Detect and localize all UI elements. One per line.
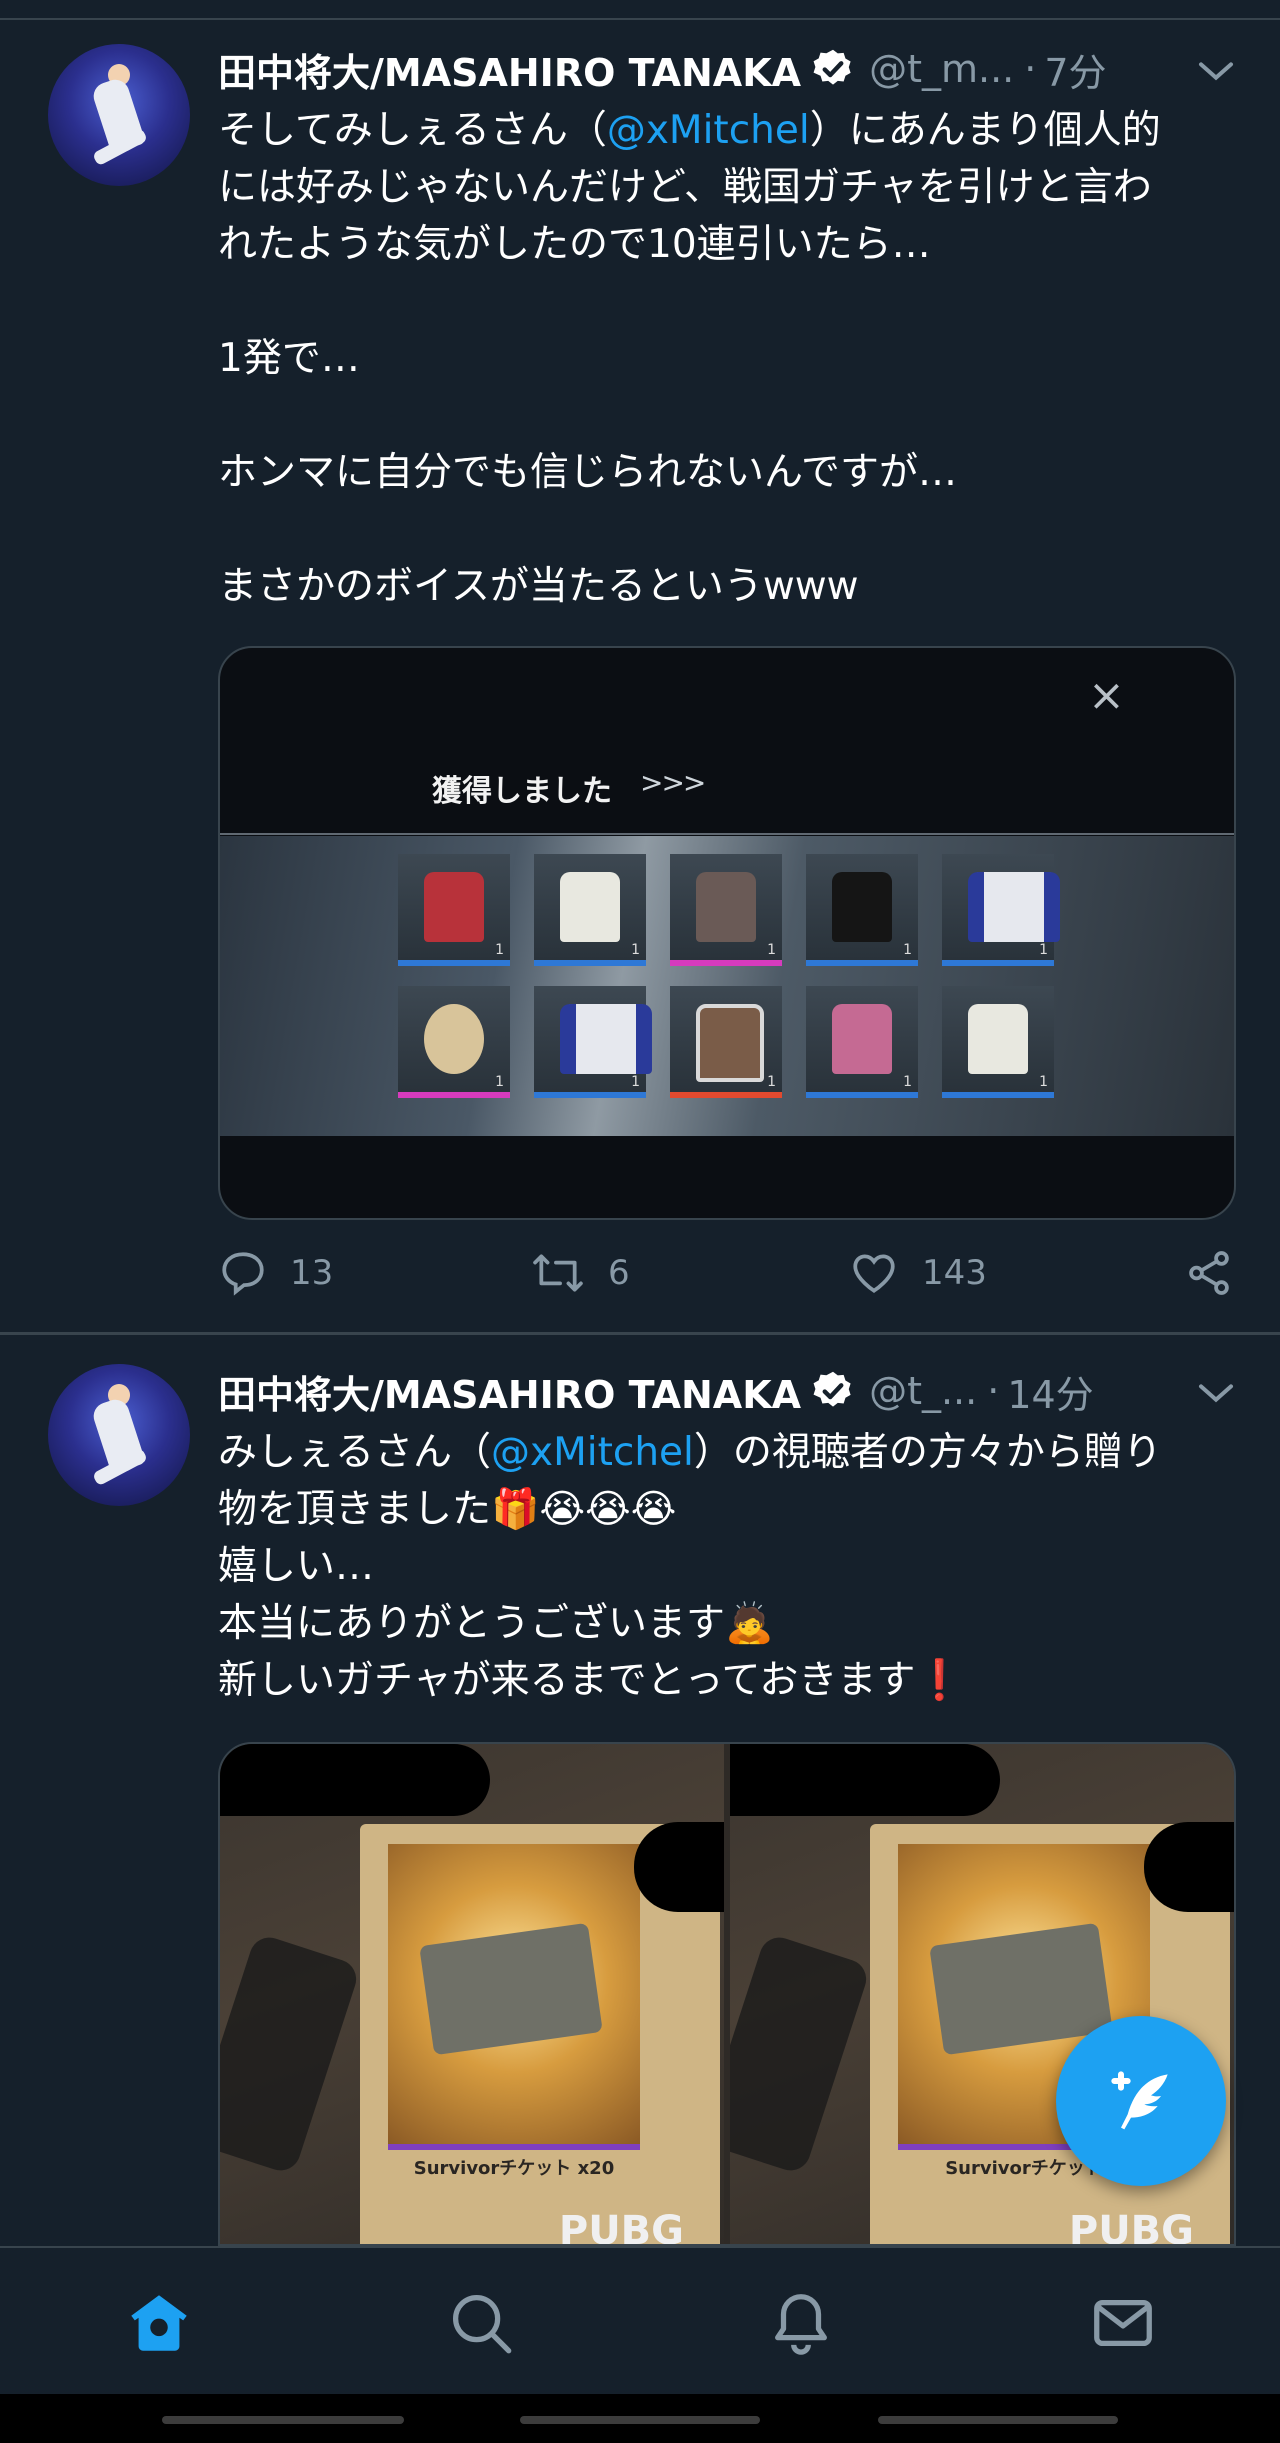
reward-item: 1 bbox=[806, 854, 918, 966]
retweet-icon bbox=[533, 1254, 583, 1292]
bottom-tab-bar bbox=[0, 2246, 1280, 2394]
tweet-header: 田中将大/MASAHIRO TANAKA @t_... · 14分 bbox=[218, 1364, 1094, 1419]
reward-item: 1 bbox=[942, 854, 1060, 966]
reward-item: 1 bbox=[398, 986, 510, 1098]
nav-gesture-pill[interactable] bbox=[520, 2416, 760, 2424]
reward-item: 1 bbox=[398, 854, 510, 966]
reply-icon bbox=[222, 1252, 264, 1296]
text-line: れたような気がしたので10連引いたら… bbox=[218, 222, 931, 267]
chevron-down-icon[interactable] bbox=[1196, 1378, 1236, 1408]
chevron-down-icon[interactable] bbox=[1196, 56, 1236, 86]
tweet-header: 田中将大/MASAHIRO TANAKA @t_m... · 7分 bbox=[218, 42, 1107, 97]
tweet-text: みしぇるさん（@xMitchel）の視聴者の方々から贈り 物を頂きました🎁😭😭😭… bbox=[218, 1424, 1238, 1709]
compose-tweet-button[interactable] bbox=[1056, 2016, 1226, 2186]
reward-panel: 1 1 1 1 1 1 1 1 1 1 bbox=[220, 836, 1234, 1136]
text-segment: そしてみしぇるさん（ bbox=[218, 108, 607, 153]
share-button[interactable] bbox=[1184, 1248, 1234, 1298]
ticket-label: Survivorチケット x20 bbox=[413, 2158, 615, 2179]
tweet-actions: 13 6 143 bbox=[218, 1248, 1238, 1308]
close-icon: × bbox=[1088, 670, 1125, 721]
like-count: 143 bbox=[922, 1253, 987, 1293]
text-line: 1発で… bbox=[218, 336, 360, 381]
text-line: まさかのボイスが当たるというwww bbox=[218, 564, 859, 609]
tweet-time[interactable]: 14分 bbox=[1007, 1364, 1093, 1419]
reply-button[interactable]: 13 bbox=[218, 1248, 333, 1298]
mention-link[interactable]: @xMitchel bbox=[491, 1430, 694, 1475]
separator-dot: · bbox=[987, 1369, 1000, 1413]
media-arrows: >>> bbox=[640, 766, 706, 799]
media-image-left[interactable]: Survivorチケット x20 PUBG bbox=[220, 1744, 724, 2244]
verified-badge-icon bbox=[813, 1371, 851, 1407]
tweet-media-gallery[interactable]: Survivorチケット x20 PUBG Survivorチケット PUBG bbox=[218, 1742, 1236, 2246]
bell-icon[interactable] bbox=[766, 2288, 836, 2358]
like-button[interactable]: 143 bbox=[848, 1248, 987, 1298]
reward-item: 1 bbox=[534, 854, 646, 966]
reward-item: 1 bbox=[670, 986, 782, 1098]
heart-icon bbox=[853, 1254, 895, 1293]
text-line: 物を頂きました🎁😭😭😭 bbox=[218, 1487, 677, 1532]
nav-gesture-pill[interactable] bbox=[162, 2416, 404, 2424]
avatar[interactable] bbox=[48, 1364, 190, 1506]
brand-text: PUBG bbox=[1068, 2208, 1194, 2244]
verified-badge-icon bbox=[813, 49, 851, 85]
text-line: 本当にありがとうございます🙇 bbox=[218, 1601, 774, 1646]
author-handle: @t_m... bbox=[869, 47, 1015, 91]
reply-count: 13 bbox=[290, 1253, 334, 1293]
author-name[interactable]: 田中将大/MASAHIRO TANAKA bbox=[218, 1364, 801, 1419]
reward-item: 1 bbox=[806, 986, 918, 1098]
tweet-divider bbox=[0, 1332, 1280, 1335]
retweet-button[interactable]: 6 bbox=[530, 1248, 630, 1298]
mention-link[interactable]: @xMitchel bbox=[607, 108, 810, 153]
system-navigation-bar bbox=[0, 2394, 1280, 2443]
text-line: 嬉しい… bbox=[218, 1544, 375, 1589]
compose-tweet-icon bbox=[1111, 2071, 1168, 2130]
brand-text: PUBG bbox=[558, 2208, 684, 2244]
tweet-time[interactable]: 7分 bbox=[1044, 42, 1106, 97]
text-segment: ）にあんまり個人的 bbox=[809, 108, 1161, 153]
retweet-count: 6 bbox=[608, 1253, 630, 1293]
reward-item: 1 bbox=[670, 854, 782, 966]
avatar[interactable] bbox=[48, 44, 190, 186]
text-segment: みしぇるさん（ bbox=[218, 1430, 492, 1475]
author-handle: @t_... bbox=[869, 1369, 978, 1413]
separator-dot: · bbox=[1024, 47, 1037, 91]
tweet[interactable]: 田中将大/MASAHIRO TANAKA @t_m... · 7分 そしてみしぇ… bbox=[0, 20, 1280, 1332]
search-icon[interactable] bbox=[446, 2288, 516, 2358]
author-name[interactable]: 田中将大/MASAHIRO TANAKA bbox=[218, 42, 801, 97]
text-segment: ）の視聴者の方々から贈り bbox=[693, 1430, 1162, 1475]
home-icon[interactable] bbox=[124, 2288, 194, 2358]
text-line: ホンマに自分でも信じられないんですが… bbox=[218, 450, 958, 495]
nav-gesture-pill[interactable] bbox=[878, 2416, 1118, 2424]
reward-item: 1 bbox=[942, 986, 1054, 1098]
reward-item: 1 bbox=[534, 986, 652, 1098]
tweet-media-image[interactable]: × 獲得しました >>> 1 1 1 1 1 1 1 1 1 1 bbox=[218, 646, 1236, 1220]
share-icon bbox=[1189, 1251, 1229, 1295]
mail-icon[interactable] bbox=[1088, 2288, 1158, 2358]
text-line: には好みじゃないんだけど、戦国ガチャを引けと言わ bbox=[218, 165, 1152, 210]
media-title: 獲得しました bbox=[432, 774, 612, 809]
text-line: 新しいガチャが来るまでとっておきます❗ bbox=[218, 1658, 964, 1703]
tweet-text: そしてみしぇるさん（@xMitchel）にあんまり個人的 には好みじゃないんだけ… bbox=[218, 102, 1238, 615]
